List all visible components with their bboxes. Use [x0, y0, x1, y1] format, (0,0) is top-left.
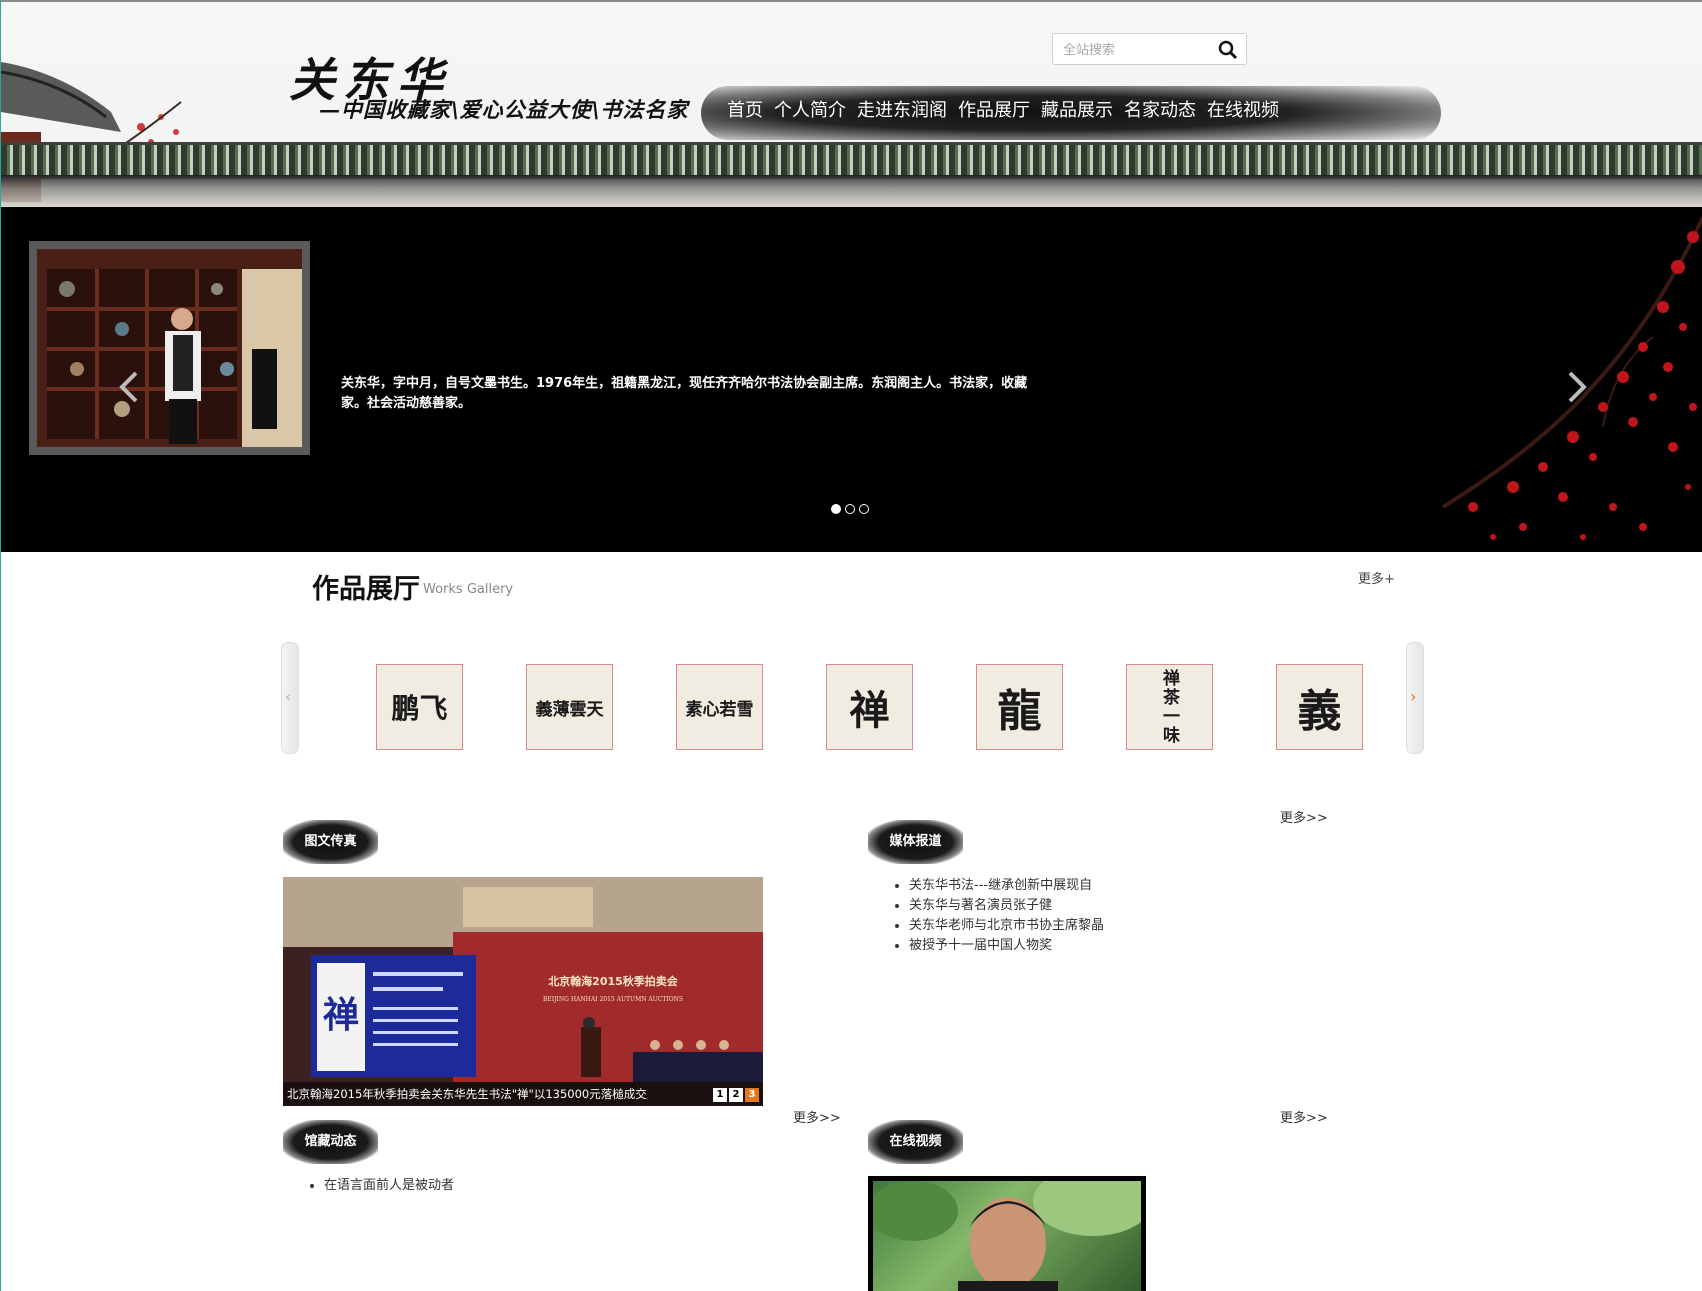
calligraphy-text: 義	[1297, 686, 1342, 737]
collection-news-list: 在语言面前人是被动者	[306, 1176, 454, 1196]
slider-dot-3[interactable]	[859, 504, 869, 514]
gallery-thumb-6[interactable]: 禅茶一味	[1126, 664, 1213, 750]
hero-slider: 关东华，字中月，自号文墨书生。1976年生，祖籍黑龙江，现任齐齐哈尔书法协会副主…	[1, 207, 1702, 552]
media-tab: 媒体报道	[868, 820, 963, 864]
tiled-wall-decoration	[1, 142, 1702, 179]
calligraphy-text: 鹏飞	[391, 692, 448, 725]
portrait-scene	[37, 249, 302, 447]
slider-prev-icon[interactable]	[116, 367, 140, 407]
collection-more-link[interactable]: 更多>>	[793, 1107, 841, 1126]
pager-3[interactable]: 3	[745, 1088, 759, 1102]
video-tab: 在线视频	[868, 1120, 963, 1164]
screen-subtitle: BEIJING HANHAI 2015 AUTUMN AUCTIONS	[543, 996, 683, 1003]
gallery-thumb-2[interactable]: 義薄雲天	[526, 664, 613, 750]
list-item: 被授予十一届中国人物奖	[909, 936, 1104, 956]
list-item: 关东华与著名演员张子健	[909, 896, 1104, 916]
collection-tab: 馆藏动态	[283, 1120, 378, 1164]
pager-2[interactable]: 2	[729, 1088, 743, 1102]
video-player[interactable]	[868, 1176, 1146, 1291]
gallery-title: 作品展厅	[312, 574, 420, 605]
video-more-link[interactable]: 更多>>	[1280, 1107, 1328, 1126]
site-logo-subtitle: —中国收藏家\爱心公益大使\书法名家	[319, 97, 689, 122]
media-news-link[interactable]: 关东华与著名演员张子健	[909, 898, 1052, 913]
list-item: 关东华书法---继承创新中展现自	[909, 876, 1104, 896]
gallery-thumb-4[interactable]: 禅	[826, 664, 913, 750]
media-title: 媒体报道	[889, 834, 942, 849]
gallery-prev-button[interactable]: ‹	[281, 642, 299, 754]
nav-works-gallery[interactable]: 作品展厅	[958, 96, 1030, 122]
collection-news-link[interactable]: 在语言面前人是被动者	[324, 1178, 454, 1193]
banner-photo-frame	[29, 241, 310, 455]
slider-next-icon[interactable]	[1566, 367, 1590, 407]
chevron-right-icon: ›	[1410, 687, 1417, 706]
search-input[interactable]	[1053, 34, 1215, 66]
media-news-link[interactable]: 关东华老师与北京市书协主席黎晶	[909, 918, 1104, 933]
screen-title: 北京翰海2015秋季拍卖会	[548, 974, 679, 988]
calligraphy-text: 素心若雪	[685, 699, 754, 720]
calligraphy-text: 禅	[849, 687, 890, 734]
nav-dongrunge[interactable]: 走进东润阁	[857, 96, 947, 122]
gallery-thumb-7[interactable]: 義	[1276, 664, 1363, 750]
screen-calligraphy: 禅	[323, 994, 359, 1036]
main-nav: 首页 个人简介 走进东润阁 作品展厅 藏品展示 名家动态 在线视频	[727, 96, 1290, 122]
wall-base-decoration	[1, 176, 1702, 207]
banner-portrait-photo	[37, 249, 302, 447]
collection-title: 馆藏动态	[304, 1134, 357, 1149]
list-item: 关东华老师与北京市书协主席黎晶	[909, 916, 1104, 936]
search-icon[interactable]	[1218, 40, 1238, 60]
media-news-list: 关东华书法---继承创新中展现自 关东华与著名演员张子健 关东华老师与北京市书协…	[891, 876, 1104, 956]
nav-collection[interactable]: 藏品展示	[1041, 96, 1113, 122]
calligraphy-text: 義薄雲天	[535, 699, 604, 720]
slider-dot-2[interactable]	[845, 504, 855, 514]
photo-news-tab: 图文传真	[283, 820, 378, 864]
plum-blossom-decoration	[1441, 216, 1702, 540]
media-news-link[interactable]: 被授予十一届中国人物奖	[909, 938, 1052, 953]
calligraphy-text: 龍	[997, 686, 1042, 737]
gallery-thumb-1[interactable]: 鹏飞	[376, 664, 463, 750]
photo-news-caption[interactable]: 北京翰海2015年秋季拍卖会关东华先生书法"禅"以135000元落槌成交	[283, 1082, 763, 1106]
nav-home[interactable]: 首页	[727, 96, 763, 122]
nav-profile[interactable]: 个人简介	[774, 96, 846, 122]
video-title: 在线视频	[889, 1134, 942, 1149]
nav-video[interactable]: 在线视频	[1207, 96, 1279, 122]
nav-news[interactable]: 名家动态	[1124, 96, 1196, 122]
video-thumbnail[interactable]	[873, 1181, 1141, 1291]
photo-news-slider[interactable]: 禅 北京翰海2015秋季拍卖会 BEIJING HANHAI 2015 AUTU…	[283, 877, 763, 1106]
media-news-link[interactable]: 关东华书法---继承创新中展现自	[909, 878, 1092, 893]
video-portrait	[873, 1181, 1141, 1291]
auction-scene-photo: 禅 北京翰海2015秋季拍卖会 BEIJING HANHAI 2015 AUTU…	[283, 877, 763, 1106]
gallery-thumb-3[interactable]: 素心若雪	[676, 664, 763, 750]
list-item: 在语言面前人是被动者	[324, 1176, 454, 1196]
gallery-thumb-5[interactable]: 龍	[976, 664, 1063, 750]
gallery-next-button[interactable]: ›	[1406, 642, 1424, 754]
pager-1[interactable]: 1	[713, 1088, 727, 1102]
search-box	[1052, 33, 1247, 66]
media-more-link[interactable]: 更多>>	[1280, 807, 1328, 826]
gallery-more-link[interactable]: 更多+	[1358, 568, 1395, 587]
slider-dots	[831, 504, 869, 514]
banner-intro-text: 关东华，字中月，自号文墨书生。1976年生，祖籍黑龙江，现任齐齐哈尔书法协会副主…	[341, 376, 1028, 411]
calligraphy-text: 禅茶一味	[1159, 669, 1179, 745]
slider-dot-1[interactable]	[831, 504, 841, 514]
chevron-left-icon: ‹	[285, 687, 292, 706]
photo-news-title: 图文传真	[304, 834, 357, 849]
site-header: 关东华 —中国收藏家\爱心公益大使\书法名家 首页 个人简介 走进东润阁 作品展…	[1, 0, 1702, 207]
gallery-subtitle: Works Gallery	[423, 582, 514, 597]
photo-news-pager: 1 2 3	[713, 1088, 759, 1102]
